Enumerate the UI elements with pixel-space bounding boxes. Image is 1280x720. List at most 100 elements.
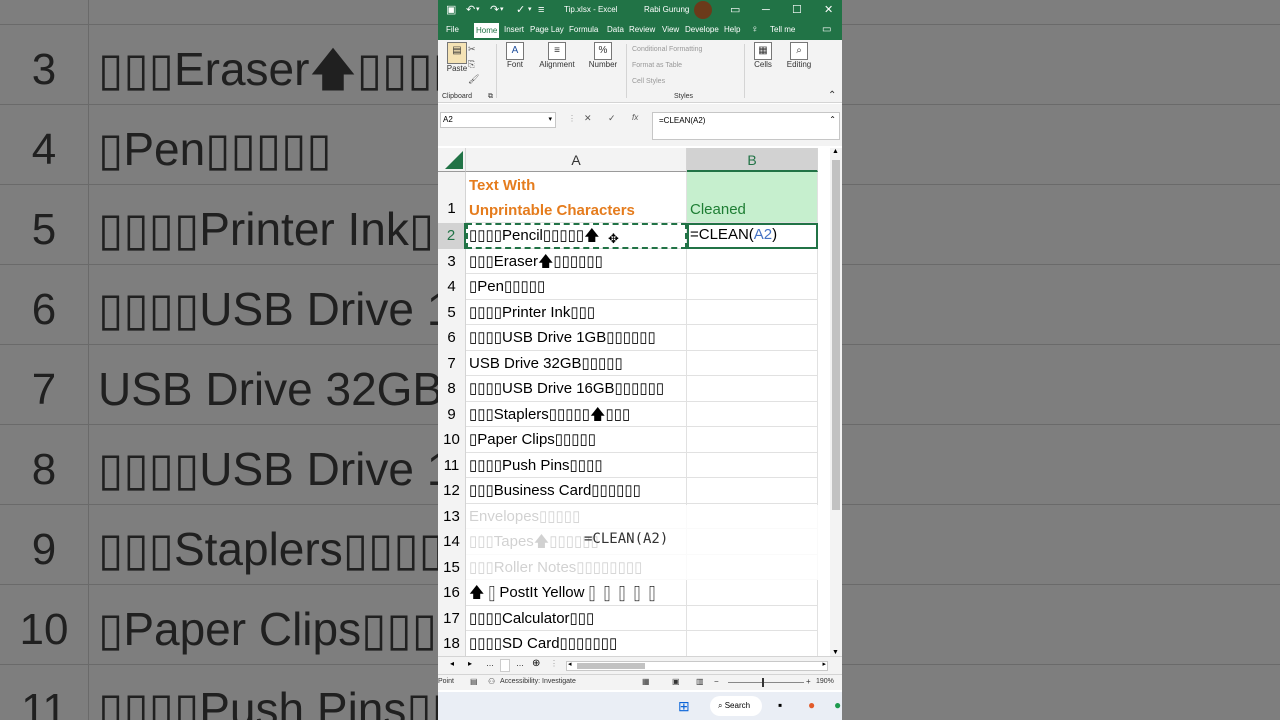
cell-a[interactable]: ▯▯▯▯Printer Ink▯▯▯	[466, 300, 687, 325]
save-icon[interactable]: ▣	[446, 3, 456, 17]
task-view-icon[interactable]: ▪	[778, 698, 782, 712]
row-header[interactable]: 17	[438, 606, 466, 631]
cell-a[interactable]: ▯Paper Clips▯▯▯▯▯	[466, 427, 687, 453]
cell-b[interactable]	[687, 274, 818, 300]
normal-view-icon[interactable]: ▦	[642, 677, 650, 686]
cell-a[interactable]: ▯▯▯Eraser🡅▯▯▯▯▯▯	[466, 249, 687, 274]
active-cell-b2[interactable]: =CLEAN(A2)	[687, 223, 818, 249]
tab-view[interactable]: View	[662, 23, 679, 37]
undo-dropdown-icon[interactable]: ▾	[476, 3, 480, 17]
scroll-left-icon[interactable]: ◂	[568, 660, 572, 668]
format-painter-icon[interactable]: 🖌	[468, 74, 479, 85]
taskbar-search[interactable]: ⌕ Search	[710, 696, 762, 716]
row-header[interactable]: 2	[438, 223, 466, 249]
zoom-slider[interactable]	[728, 678, 804, 687]
cell-b[interactable]	[687, 606, 818, 631]
cells-button[interactable]: ▦ Cells	[748, 42, 778, 69]
tab-data[interactable]: Data	[607, 23, 624, 37]
tab-page-layout[interactable]: Page Lay	[530, 23, 564, 37]
zoom-slider-thumb[interactable]	[762, 678, 764, 687]
row-header[interactable]: 6	[438, 325, 466, 351]
cell-b[interactable]	[687, 351, 818, 376]
undo-icon[interactable]: ↶	[466, 3, 475, 17]
zoom-in-icon[interactable]: +	[806, 677, 811, 686]
name-box[interactable]: A2 ▾	[440, 112, 556, 128]
row-header[interactable]: 16	[438, 580, 466, 606]
select-all-corner[interactable]	[438, 148, 466, 172]
cell-b[interactable]	[687, 249, 818, 274]
cell-b[interactable]	[687, 300, 818, 325]
cell-a[interactable]: ▯▯▯▯Calculator▯▯▯	[466, 606, 687, 631]
expand-formula-icon[interactable]: ⌃	[829, 115, 836, 124]
close-icon[interactable]: ✕	[824, 3, 833, 17]
minimize-icon[interactable]: ─	[762, 3, 770, 17]
ribbon-display-icon[interactable]: ▭	[730, 3, 740, 17]
redo-icon[interactable]: ↷	[490, 3, 499, 17]
user-name[interactable]: Rabi Gurung	[644, 3, 689, 17]
editing-button[interactable]: ⌕ Editing	[784, 42, 814, 69]
vertical-scrollbar[interactable]: ▲ ▼	[830, 148, 842, 656]
cell-b[interactable]	[687, 427, 818, 453]
horizontal-scrollbar[interactable]: ◂ ▸	[566, 661, 828, 671]
cell-a[interactable]: ▯▯▯▯USB Drive 1GB▯▯▯▯▯▯	[466, 325, 687, 351]
cell-a[interactable]: USB Drive 32GB▯▯▯▯▯	[466, 351, 687, 376]
redo-dropdown-icon[interactable]: ▾	[500, 3, 504, 17]
cell-b[interactable]	[687, 631, 818, 657]
next-sheet-icon[interactable]: ▸	[468, 659, 472, 668]
cancel-icon[interactable]: ✕	[584, 113, 592, 124]
header-cell-a[interactable]: Text With Unprintable Characters	[466, 172, 687, 223]
cell-a[interactable]: ▯▯▯Business Card▯▯▯▯▯▯	[466, 478, 687, 504]
tab-file[interactable]: File	[446, 23, 459, 37]
cell-b[interactable]	[687, 453, 818, 478]
zoom-out-icon[interactable]: −	[714, 677, 719, 686]
row-header[interactable]: 8	[438, 376, 466, 402]
cell-b[interactable]	[687, 580, 818, 606]
row-header[interactable]: 11	[438, 453, 466, 478]
cell-b[interactable]	[687, 478, 818, 504]
tab-insert[interactable]: Insert	[504, 23, 524, 37]
number-button[interactable]: % Number	[584, 42, 622, 69]
column-header-a[interactable]: A	[466, 148, 687, 172]
row-header[interactable]: 9	[438, 402, 466, 427]
edge-icon[interactable]: ●	[834, 698, 841, 712]
alignment-button[interactable]: ≡ Alignment	[536, 42, 578, 69]
cell-b[interactable]	[687, 325, 818, 351]
row-header[interactable]: 4	[438, 274, 466, 300]
accessibility-icon[interactable]: ⚇	[488, 677, 495, 686]
cell-styles-button[interactable]: Cell Styles	[632, 78, 665, 85]
cell-a[interactable]: ▯▯▯Staplers▯▯▯▯▯🡅▯▯▯	[466, 402, 687, 427]
cell-a[interactable]: ▯▯▯▯SD Card▯▯▯▯▯▯▯	[466, 631, 687, 657]
zoom-level[interactable]: 190%	[816, 678, 834, 685]
accessibility-status[interactable]: Accessibility: Investigate	[500, 678, 576, 685]
conditional-formatting-button[interactable]: Conditional Formatting	[632, 46, 702, 53]
row-header[interactable]: 3	[438, 249, 466, 274]
row-header[interactable]: 18	[438, 631, 466, 657]
row-header[interactable]: 15	[438, 555, 466, 580]
row-header[interactable]: 7	[438, 351, 466, 376]
cell-a[interactable]: ▯Pen▯▯▯▯▯	[466, 274, 687, 300]
windows-start-icon[interactable]: ⊞	[678, 698, 690, 715]
customize-toolbar-icon[interactable]: ▾	[528, 3, 532, 17]
row-header[interactable]: 5	[438, 300, 466, 325]
firefox-icon[interactable]: ●	[808, 698, 815, 712]
enter-icon[interactable]: ✓	[608, 113, 616, 124]
cell-a[interactable]: ▯▯▯▯Push Pins▯▯▯▯	[466, 453, 687, 478]
avatar[interactable]	[694, 1, 712, 19]
column-header-b[interactable]: B	[687, 148, 818, 172]
tab-home[interactable]: Home	[472, 21, 502, 40]
vertical-scroll-thumb[interactable]	[832, 160, 840, 510]
cell-a[interactable]: ▯▯▯▯Pencil▯▯▯▯▯🡅	[466, 223, 687, 249]
row-header[interactable]: 14	[438, 529, 466, 555]
spellcheck-icon[interactable]: ✓	[516, 3, 525, 17]
tab-review[interactable]: Review	[629, 23, 655, 37]
tab-tell-me[interactable]: Tell me	[770, 23, 795, 37]
prev-sheet-icon[interactable]: ◂	[450, 659, 454, 668]
copy-icon[interactable]: ⎘	[468, 59, 475, 70]
add-sheet-icon[interactable]: ⊕	[532, 658, 540, 669]
tab-developer[interactable]: Develope	[685, 23, 719, 37]
cell-a[interactable]: 🡅▯PostIt Yellow▯▯▯▯▯	[466, 580, 687, 606]
sheet-tab[interactable]	[500, 659, 510, 672]
row-header[interactable]: 10	[438, 427, 466, 453]
row-header[interactable]: 12	[438, 478, 466, 504]
format-as-table-button[interactable]: Format as Table	[632, 62, 682, 69]
